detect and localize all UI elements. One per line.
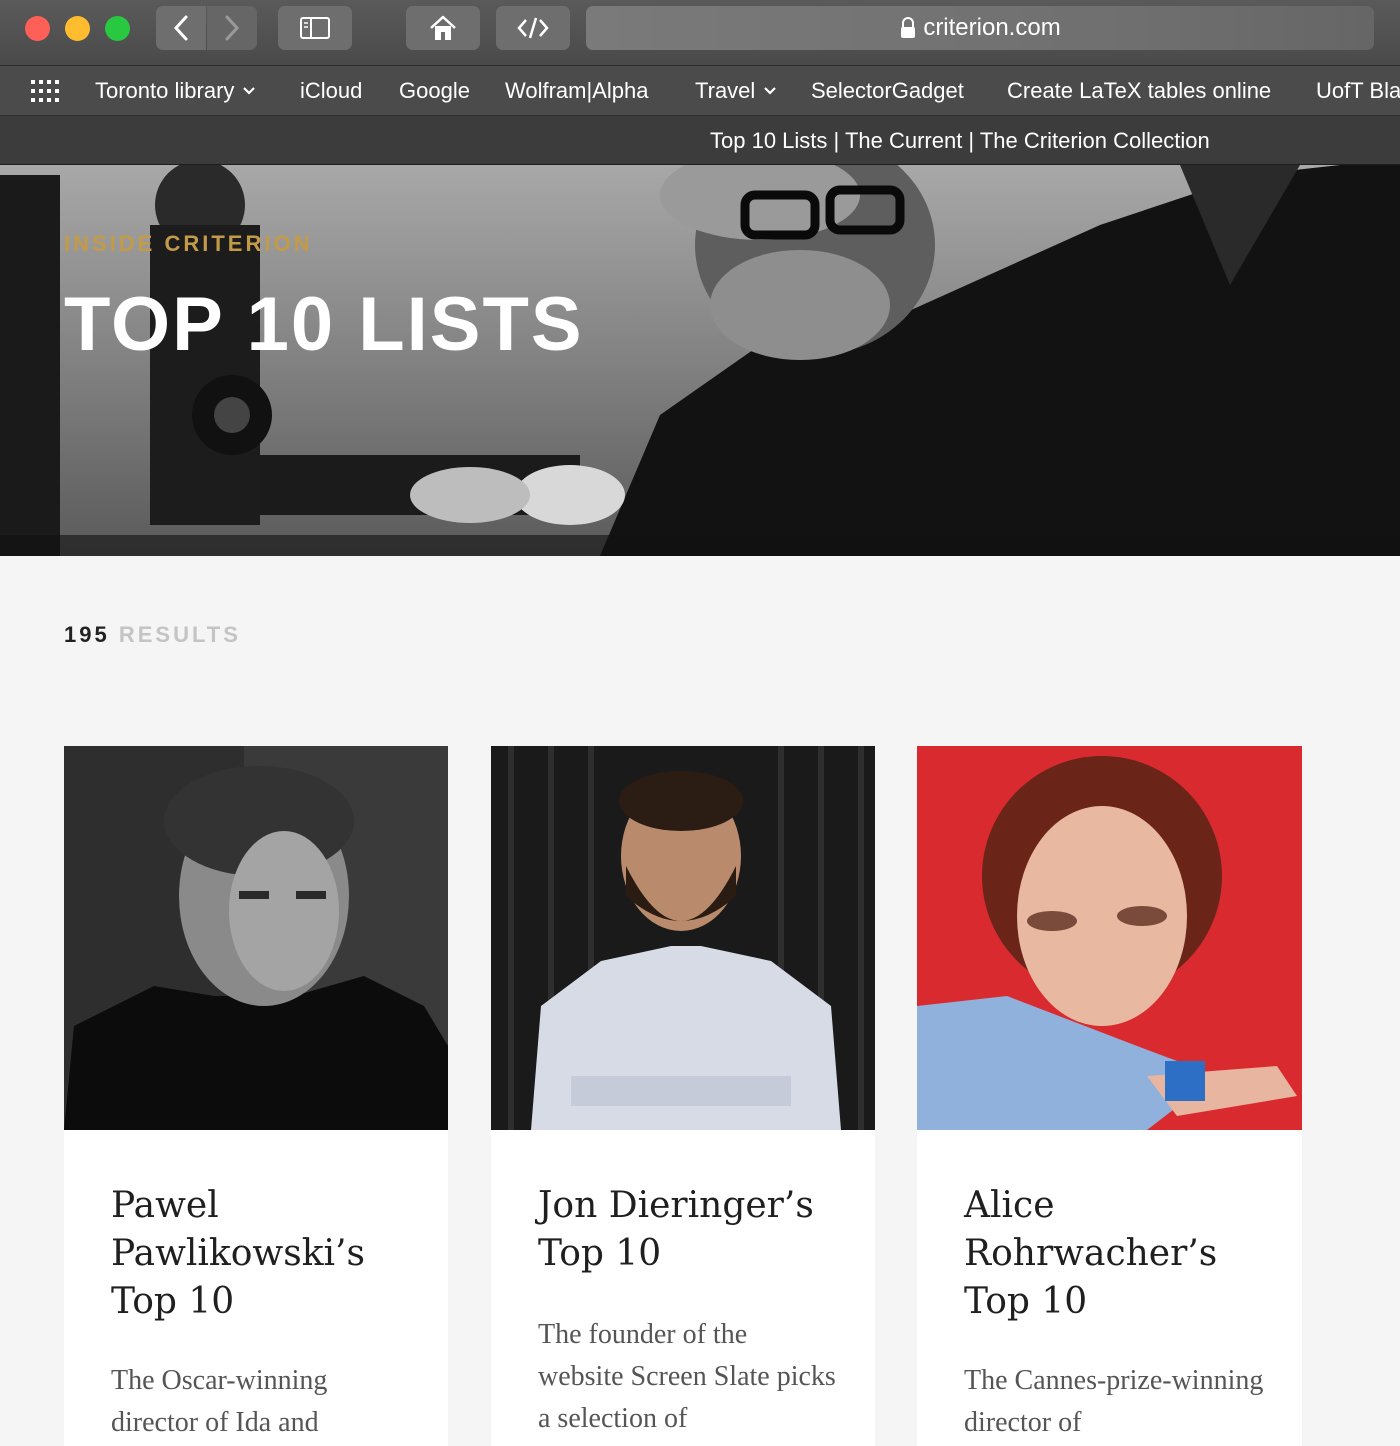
results-count: 195 RESULTS xyxy=(64,622,241,648)
bookmark-icloud[interactable]: iCloud xyxy=(300,78,362,104)
address-bar[interactable]: criterion.com xyxy=(586,6,1374,50)
chevron-left-icon xyxy=(173,15,188,41)
card-description: The Cannes-prize-winning director of xyxy=(964,1365,1264,1438)
card-description: The Oscar-winning director of Ida and xyxy=(111,1365,328,1438)
minimize-window-button[interactable] xyxy=(65,16,90,41)
results-number: 195 xyxy=(64,622,110,647)
code-icon xyxy=(517,17,549,39)
card-photo[interactable] xyxy=(917,746,1302,1130)
close-window-button[interactable] xyxy=(25,16,50,41)
card-title[interactable]: Alice Rohrwacher’s Top 10 xyxy=(964,1182,1264,1326)
chevron-down-icon xyxy=(764,87,777,95)
apps-grid-icon[interactable] xyxy=(31,80,61,102)
bookmark-toronto-library[interactable]: Toronto library xyxy=(95,78,256,104)
results-label: RESULTS xyxy=(118,622,241,647)
card-title[interactable]: Jon Dieringer’s Top 10 xyxy=(538,1182,838,1278)
developer-button[interactable] xyxy=(496,6,570,50)
bookmark-selectorgadget[interactable]: SelectorGadget xyxy=(811,78,964,104)
bookmark-wolfram-alpha[interactable]: Wolfram|Alpha xyxy=(505,78,648,104)
forward-button[interactable] xyxy=(207,6,257,50)
bookmark-latex-tables[interactable]: Create LaTeX tables online xyxy=(1007,78,1271,104)
back-button[interactable] xyxy=(156,6,206,50)
hero-banner: INSIDE CRITERION TOP 10 LISTS xyxy=(0,165,1400,556)
home-button[interactable] xyxy=(406,6,480,50)
list-card[interactable]: Jon Dieringer’s Top 10 The founder of th… xyxy=(491,746,875,1446)
page-title: TOP 10 LISTS xyxy=(64,282,584,367)
chevron-down-icon xyxy=(243,87,256,95)
address-text: criterion.com xyxy=(923,14,1061,41)
card-title[interactable]: Pawel Pawlikowski’s Top 10 xyxy=(111,1182,411,1326)
zoom-window-button[interactable] xyxy=(105,16,130,41)
hero-eyebrow: INSIDE CRITERION xyxy=(64,231,313,256)
sidebar-toggle-button[interactable] xyxy=(278,6,352,50)
home-icon xyxy=(430,15,456,40)
card-photo[interactable] xyxy=(64,746,448,1130)
active-tab-title[interactable]: Top 10 Lists | The Current | The Criteri… xyxy=(710,128,1210,154)
lock-icon xyxy=(901,17,916,38)
bookmark-google[interactable]: Google xyxy=(399,78,470,104)
tab-bar: Top 10 Lists | The Current | The Criteri… xyxy=(0,116,1400,165)
chevron-right-icon xyxy=(225,15,240,41)
bookmarks-bar: Toronto library iCloud Google Wolfram|Al… xyxy=(0,66,1400,116)
list-card[interactable]: Alice Rohrwacher’s Top 10 The Cannes-pri… xyxy=(917,746,1302,1446)
bookmark-travel[interactable]: Travel xyxy=(695,78,777,104)
sidebar-icon xyxy=(300,17,330,39)
bookmark-uoft-blackboard[interactable]: UofT Bla xyxy=(1316,78,1400,104)
browser-toolbar: criterion.com xyxy=(0,0,1400,66)
card-photo[interactable] xyxy=(491,746,875,1130)
card-description: The founder of the website Screen Slate … xyxy=(538,1319,836,1434)
list-card[interactable]: Pawel Pawlikowski’s Top 10 The Oscar-win… xyxy=(64,746,448,1446)
